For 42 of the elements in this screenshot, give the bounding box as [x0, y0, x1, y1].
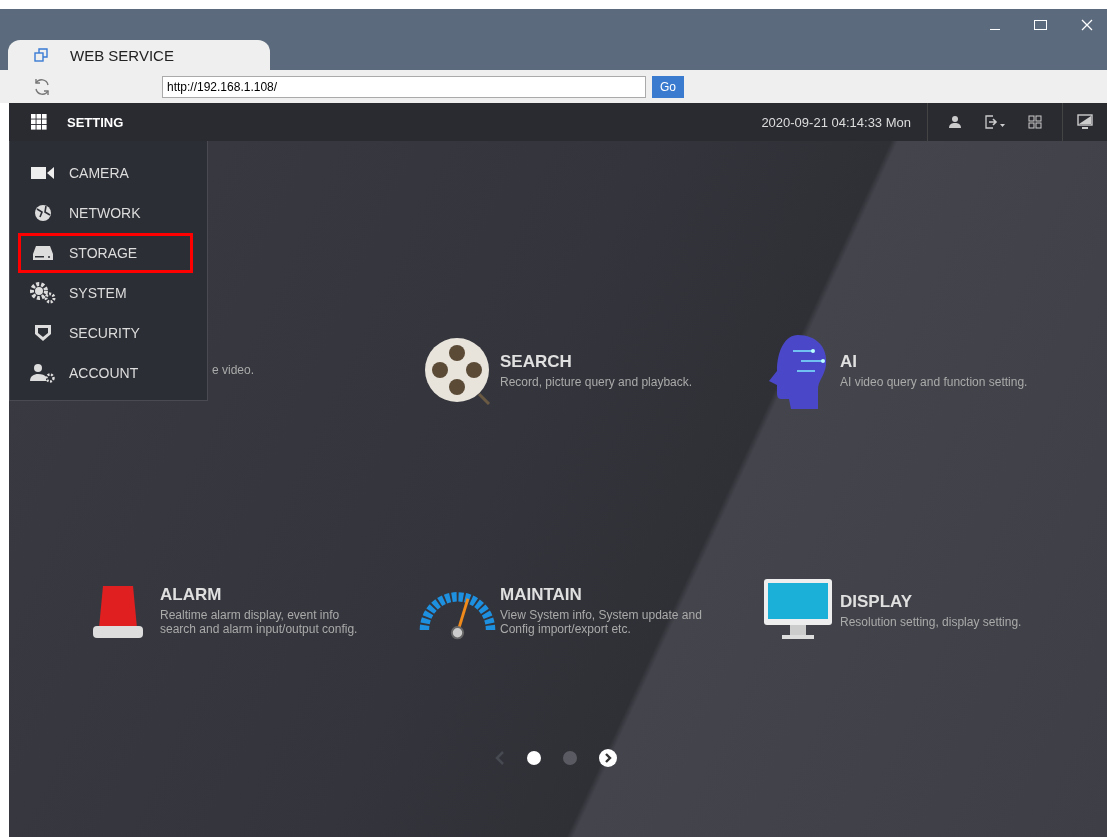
tile-description: e video. [212, 364, 255, 378]
menu-item[interactable]: SYSTEM [18, 273, 193, 313]
grid-menu-icon[interactable] [31, 114, 47, 130]
page-dot[interactable] [563, 751, 577, 765]
maximize-icon[interactable] [1034, 20, 1047, 30]
monitor-icon[interactable] [1077, 114, 1093, 130]
refresh-icon[interactable] [32, 76, 52, 97]
globe-icon [34, 204, 52, 222]
tile-description: Realtime alarm display, event info search and alarm input/output config. [160, 609, 359, 637]
user-icon[interactable] [948, 115, 962, 129]
menu-item[interactable]: STORAGE [18, 233, 193, 273]
tile-title[interactable]: AI [840, 352, 1028, 373]
page-dot[interactable] [527, 751, 541, 765]
url-field[interactable]: http://192.168.1.108/ [162, 75, 646, 98]
menu-item[interactable]: CAMERA [18, 153, 193, 193]
user-gear-icon [30, 363, 56, 383]
logout-icon[interactable] [984, 115, 1006, 129]
gears-icon [30, 282, 56, 304]
tile-description: Record, picture query and playback. [500, 376, 693, 390]
hard-drive-icon [32, 245, 54, 261]
go-button[interactable]: Go [652, 75, 684, 98]
film-reel-icon[interactable] [422, 336, 493, 406]
menu-item[interactable]: NETWORK [18, 193, 193, 233]
date-time: 2020-09-21 04:14:33 Mon [761, 114, 912, 130]
menu-item[interactable]: SECURITY [18, 313, 193, 353]
tile-title[interactable]: SEARCH [500, 352, 693, 373]
tile-description: View System info, System update and Config import/export etc. [500, 609, 703, 637]
close-icon[interactable] [1081, 19, 1093, 31]
tile-title[interactable]: DISPLAY [840, 592, 1022, 613]
minimize-icon[interactable] [990, 28, 1000, 30]
qr-code-icon[interactable] [1028, 115, 1042, 129]
tile-title[interactable]: MAINTAIN [500, 585, 710, 606]
next-icon[interactable] [599, 749, 617, 767]
page-title: SETTING [67, 114, 124, 130]
tile-title[interactable]: ALARM [160, 585, 370, 606]
menu-item[interactable]: ACCOUNT [18, 353, 193, 393]
tile-description: AI video query and function setting. [840, 376, 1028, 390]
tile-description: Resolution setting, display setting. [840, 616, 1022, 630]
shield-icon [34, 324, 52, 342]
camera-icon [31, 166, 55, 180]
window-icon [34, 48, 48, 62]
browser-tab[interactable]: WEB SERVICE [8, 40, 270, 70]
